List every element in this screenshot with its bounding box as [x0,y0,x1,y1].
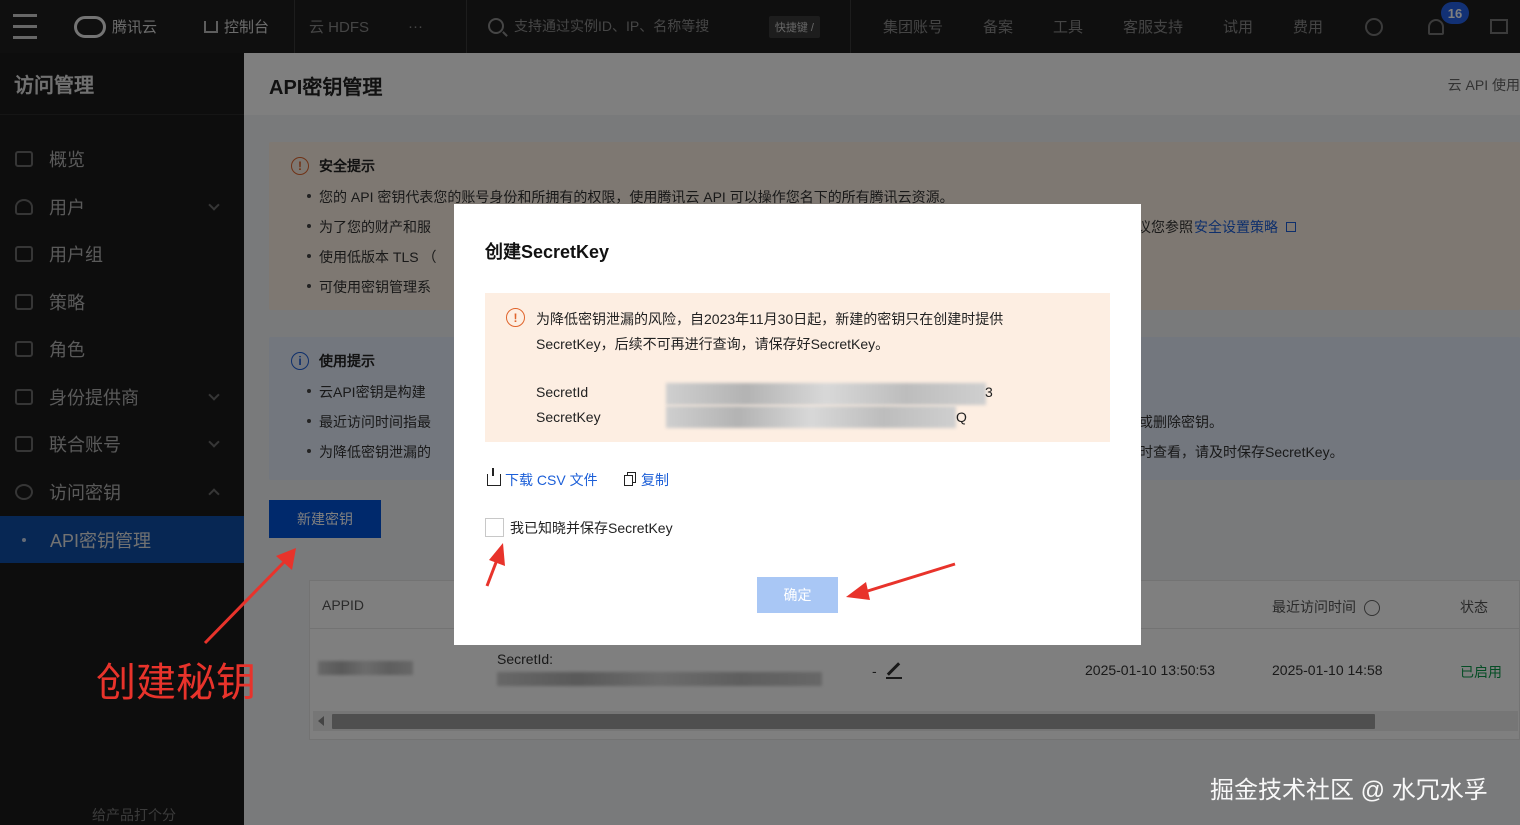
watermark: 掘金技术社区 @ 水冗水孚 [1210,777,1488,804]
annotation-label: 创建秘钥 [96,661,256,705]
arrow-to-new-key-button [203,548,296,645]
arrow-to-confirm-button [846,562,956,600]
arrow-to-checkbox [485,543,505,587]
